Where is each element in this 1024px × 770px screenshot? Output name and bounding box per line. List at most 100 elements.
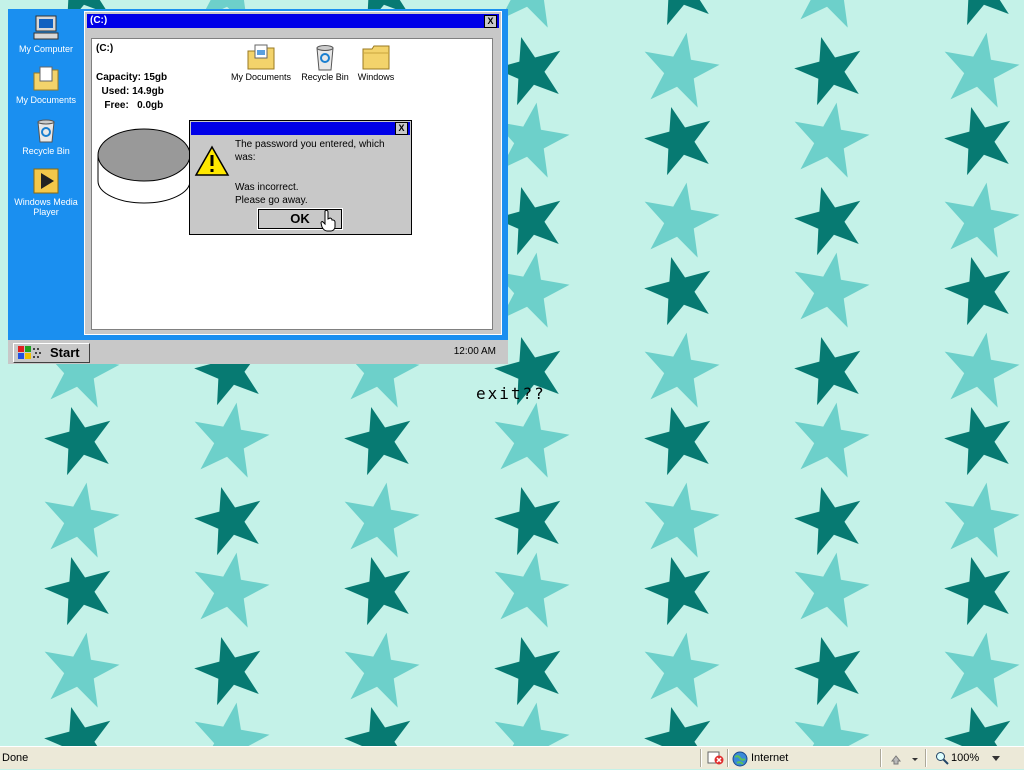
drive-stats: Capacity: 15gb Used: 14.9gb Free: 0.0gb xyxy=(96,71,167,113)
security-zone[interactable]: Internet xyxy=(732,751,788,770)
wallpaper-star xyxy=(786,245,875,331)
start-button[interactable]: Start xyxy=(13,343,90,363)
wallpaper-star xyxy=(938,398,1021,479)
capacity-text: Capacity: 15gb xyxy=(96,72,168,83)
folder-label: My Documents xyxy=(230,72,292,82)
exit-link[interactable]: exit?? xyxy=(476,384,546,403)
taskbar-clock: 12:00 AM xyxy=(453,346,496,357)
windows-logo-icon xyxy=(18,346,41,359)
wallpaper-star xyxy=(638,698,721,746)
protected-mode-icon[interactable] xyxy=(890,752,920,766)
wallpaper-star xyxy=(186,395,275,481)
used-text: Used: 14.9gb xyxy=(96,86,164,97)
wallpaper-star xyxy=(638,98,721,179)
wallpaper-star xyxy=(938,248,1021,329)
wallpaper-star xyxy=(938,548,1021,629)
my-documents-icon xyxy=(33,66,59,91)
zoom-label: 100% xyxy=(951,752,980,764)
browser-status-bar: Done Internet 100% xyxy=(0,746,1024,769)
folder-icon xyxy=(362,45,390,70)
wallpaper-star xyxy=(36,625,125,711)
wallpaper-star xyxy=(338,698,421,746)
wallpaper-star xyxy=(186,695,275,746)
free-text: Free: 0.0gb xyxy=(96,100,164,111)
wallpaper-star xyxy=(636,475,725,561)
wallpaper-star xyxy=(486,695,575,746)
wallpaper-star xyxy=(188,478,271,559)
documents-folder-icon xyxy=(247,44,275,70)
zoom-control[interactable]: 100% xyxy=(935,751,979,768)
folder-my-documents[interactable]: My Documents xyxy=(226,43,296,82)
folder-windows[interactable]: Windows xyxy=(341,43,411,82)
wallpaper-star xyxy=(38,398,121,479)
wallpaper-star xyxy=(636,325,725,411)
desktop-icon-my-computer[interactable]: My Computer xyxy=(8,14,84,54)
wallpaper-star xyxy=(936,325,1024,411)
window-title: (C:) xyxy=(90,15,108,26)
disk-usage-graphic xyxy=(97,128,191,204)
desktop-icon-label: My Computer xyxy=(18,44,73,54)
explorer-titlebar: (C:) X xyxy=(87,14,499,28)
wallpaper-star xyxy=(936,25,1024,111)
magnifier-icon xyxy=(936,752,949,765)
wallpaper-star xyxy=(786,395,875,481)
my-computer-icon xyxy=(33,15,59,40)
folder-label: Windows xyxy=(357,72,395,82)
dialog-message: The password you entered, which was: Was… xyxy=(235,138,407,207)
wallpaper-star xyxy=(486,395,575,481)
desktop-icon-my-documents[interactable]: My Documents xyxy=(8,65,84,105)
wallpaper-star xyxy=(188,628,271,709)
wallpaper-star xyxy=(336,475,425,561)
wallpaper-star xyxy=(638,548,721,629)
wallpaper-star xyxy=(788,328,871,409)
status-text: Done xyxy=(2,752,29,764)
wallpaper-star xyxy=(788,178,871,259)
status-divider xyxy=(700,749,702,767)
dialog-titlebar: X xyxy=(191,122,410,135)
wallpaper-star xyxy=(186,545,275,631)
retro-taskbar: Start 12:00 AM xyxy=(8,340,508,364)
wallpaper-star xyxy=(638,0,721,29)
wallpaper-star xyxy=(788,478,871,559)
desktop-icon-recycle-bin[interactable]: Recycle Bin xyxy=(8,116,84,156)
drive-label: (C:) xyxy=(96,43,114,54)
wallpaper-star xyxy=(338,548,421,629)
password-error-dialog: X The password you entered, which was: W… xyxy=(189,120,412,235)
wallpaper-star xyxy=(786,545,875,631)
start-label: Start xyxy=(50,345,80,360)
wallpaper-star xyxy=(786,0,875,31)
desktop-icon-media-player[interactable]: Windows Media Player xyxy=(8,167,84,217)
wallpaper-star xyxy=(938,698,1021,746)
status-divider xyxy=(925,749,927,767)
wallpaper-star xyxy=(788,628,871,709)
wallpaper-star xyxy=(338,398,421,479)
blocked-popup-icon[interactable] xyxy=(707,751,725,765)
wallpaper-star xyxy=(936,625,1024,711)
retro-desktop: My Computer My Documents Recycle Bin Win… xyxy=(8,9,508,364)
chevron-down-icon[interactable] xyxy=(992,756,1000,761)
wallpaper-star xyxy=(336,625,425,711)
status-divider xyxy=(727,749,729,767)
wallpaper-star xyxy=(936,475,1024,561)
close-button[interactable]: X xyxy=(484,15,497,28)
message-line-3: Please go away. xyxy=(235,195,308,206)
warning-icon xyxy=(194,145,230,176)
wallpaper-star xyxy=(938,0,1021,29)
wallpaper-star xyxy=(786,695,875,746)
wallpaper-star xyxy=(638,248,721,329)
desktop-icon-label: Recycle Bin xyxy=(22,146,70,156)
recycle-bin-icon xyxy=(37,119,55,143)
desktop-icon-label: Windows Media Player xyxy=(14,197,78,217)
media-player-icon xyxy=(33,168,59,194)
desktop-icon-label: My Documents xyxy=(15,95,77,105)
wallpaper-star xyxy=(636,625,725,711)
dialog-close-button[interactable]: X xyxy=(395,122,408,135)
globe-icon xyxy=(732,751,748,767)
wallpaper-star xyxy=(486,545,575,631)
status-divider xyxy=(880,749,882,767)
wallpaper-star xyxy=(936,175,1024,261)
wallpaper-star xyxy=(38,698,121,746)
wallpaper-star xyxy=(938,98,1021,179)
wallpaper-star xyxy=(488,628,571,709)
wallpaper-star xyxy=(638,398,721,479)
